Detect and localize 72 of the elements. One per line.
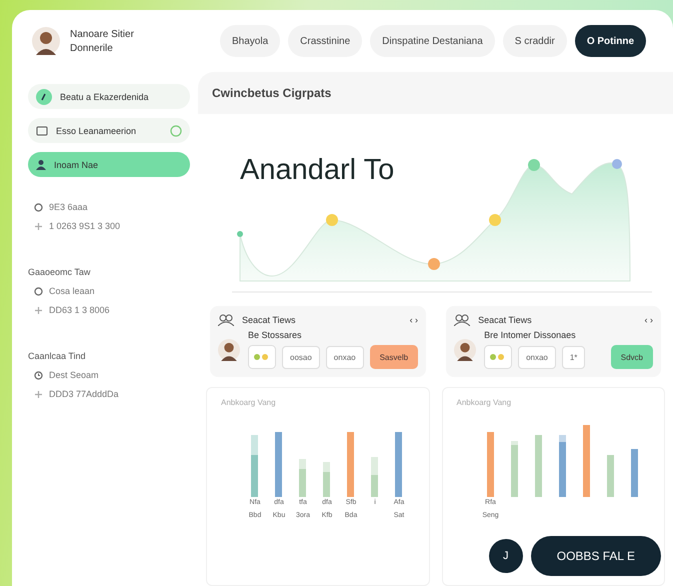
circle-icon [34, 202, 43, 212]
data-point [326, 214, 338, 226]
bar [606, 455, 614, 497]
action-button[interactable]: Sasvelb [370, 345, 418, 369]
avatar [32, 27, 60, 55]
nav-tab[interactable]: Crasstinine [288, 25, 362, 57]
clock-icon [34, 370, 43, 380]
chart-title: Anbkoarg Vang [221, 398, 277, 407]
emoji-icon [248, 345, 276, 369]
card-title: Seacat Tiews [478, 315, 533, 325]
avatar [218, 338, 240, 360]
avatar [454, 338, 476, 360]
data-point [528, 159, 540, 171]
sidebar-text: DDD3 77AdddDa [49, 389, 119, 399]
bar [251, 435, 258, 497]
sidebar-text: 1 0263 9S1 3 300 [49, 221, 120, 231]
sidebar-item[interactable]: Inoam Nae [28, 152, 190, 177]
nav-tab[interactable]: O Potinne [574, 25, 646, 57]
card-subtitle: Be Stossares [248, 330, 303, 340]
data-point [612, 159, 622, 169]
bar [510, 441, 518, 497]
sidebar-text: DD63 1 3 8006 [49, 305, 110, 315]
bar [630, 449, 638, 497]
bar [558, 435, 566, 497]
user-icon [36, 159, 46, 170]
emoji-icon [484, 345, 512, 369]
plus-icon [34, 390, 43, 398]
panel-title: Cwincbetus Cigrpats [211, 85, 332, 102]
pager-arrows[interactable]: ‹ › [644, 315, 653, 325]
nav-tab[interactable]: Bhayola [220, 25, 280, 57]
card-title: Seacat Tiews [242, 315, 297, 325]
sidebar-text: Dest Seoam [49, 370, 99, 380]
section-heading: Gaaoeomc Taw [28, 267, 92, 277]
nav-tab[interactable]: Dinspatine Destaniana [370, 25, 495, 57]
sidebar-text: 9E3 6aaa [49, 202, 88, 212]
bar [395, 432, 402, 497]
bar [347, 432, 354, 497]
pager-arrows[interactable]: ‹ › [410, 315, 418, 325]
card-subtitle: Bre Intomer Dissonaes [484, 330, 577, 340]
data-point [428, 258, 440, 270]
input-field[interactable]: onxao [326, 346, 364, 368]
sidebar-text: Cosa leaan [49, 286, 95, 296]
data-point [489, 214, 501, 226]
people-icon [218, 314, 234, 326]
action-button[interactable]: Sdvcb [610, 345, 653, 369]
input-field[interactable]: onxao [518, 346, 556, 368]
input-field[interactable]: oosao [282, 346, 320, 368]
people-icon [454, 314, 470, 326]
bar [299, 459, 306, 497]
bar [323, 462, 330, 497]
sidebar-item[interactable]: Esso Leanameerion [28, 118, 190, 143]
plus-icon [34, 306, 43, 314]
nav-tab[interactable]: S craddir [502, 25, 567, 57]
profile-role: Donnerile [70, 42, 114, 54]
action-button[interactable]: OOBBS FAL E [530, 536, 661, 576]
profile-name: Nanoare Sitier [70, 28, 134, 40]
data-point [237, 231, 243, 237]
sidebar-item[interactable]: Beatu a Ekazerdenida [28, 84, 190, 109]
chart-title: Anbkoarg Vang [456, 398, 512, 407]
bar [534, 435, 542, 497]
plus-icon [34, 222, 43, 230]
input-field[interactable]: 1* [562, 346, 586, 368]
bar [486, 432, 494, 497]
hero-heading: Anandarl To [240, 154, 394, 187]
bar [582, 425, 590, 497]
section-heading: Caanlcaa Tind [28, 351, 87, 361]
circle-icon [34, 286, 43, 296]
bar [275, 432, 282, 497]
radio-icon [170, 124, 182, 136]
badge-icon [36, 88, 52, 104]
bar [371, 457, 378, 497]
card-icon [36, 126, 48, 136]
